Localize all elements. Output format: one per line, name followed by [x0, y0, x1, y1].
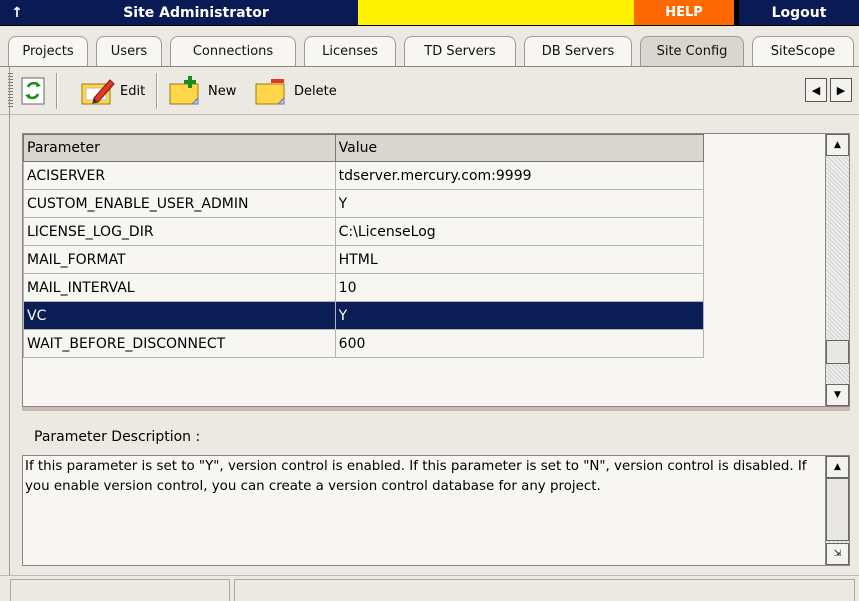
- scroll-up-icon[interactable]: ▲: [826, 456, 849, 478]
- scrollbar-thumb[interactable]: [826, 478, 849, 541]
- parameter-cell[interactable]: MAIL_FORMAT: [23, 245, 336, 274]
- value-cell[interactable]: C:\LicenseLog: [334, 217, 705, 246]
- table-row[interactable]: MAIL_FORMAT HTML: [23, 245, 705, 274]
- edit-button[interactable]: Edit: [80, 73, 145, 109]
- value-cell[interactable]: Y: [334, 189, 705, 218]
- table-row[interactable]: LICENSE_LOG_DIR C:\LicenseLog: [23, 217, 705, 246]
- parameter-cell[interactable]: MAIL_INTERVAL: [23, 273, 336, 302]
- title-bar: ↑ Site Administrator HELP Logout: [0, 0, 859, 26]
- parameter-description-box: If this parameter is set to "Y", version…: [22, 455, 850, 566]
- tab-scroll-arrows: ◀ ▶: [805, 78, 852, 102]
- new-icon: [168, 76, 204, 106]
- logout-button[interactable]: Logout: [739, 0, 859, 25]
- parameter-grid: Parameter Value ACISERVER tdserver.mercu…: [22, 133, 850, 407]
- parameter-description-text: If this parameter is set to "Y", version…: [25, 459, 807, 494]
- delete-button-label: Delete: [294, 83, 337, 99]
- edit-icon: [80, 76, 116, 106]
- tab-db-servers[interactable]: DB Servers: [524, 36, 632, 66]
- tab-site-config[interactable]: Site Config: [640, 36, 744, 66]
- status-pane-right: [234, 579, 855, 601]
- new-button-label: New: [208, 83, 237, 99]
- toolbar: Edit New Delete ◀ ▶: [0, 67, 859, 115]
- tab-bar: Projects Users Connections Licenses TD S…: [0, 27, 859, 67]
- table-row[interactable]: ACISERVER tdserver.mercury.com:9999: [23, 161, 705, 190]
- parameter-cell[interactable]: WAIT_BEFORE_DISCONNECT: [23, 329, 336, 358]
- grid-vertical-scrollbar[interactable]: ▲ ▼: [825, 134, 849, 406]
- table-header-row: Parameter Value: [23, 134, 705, 162]
- value-cell[interactable]: HTML: [334, 245, 705, 274]
- tab-sitescope[interactable]: SiteScope: [752, 36, 854, 66]
- resize-grip-icon[interactable]: ⇲: [826, 543, 849, 565]
- new-button[interactable]: New: [168, 73, 236, 109]
- column-header-parameter[interactable]: Parameter: [23, 134, 336, 162]
- tab-td-servers[interactable]: TD Servers: [404, 36, 516, 66]
- scrollbar-thumb[interactable]: [826, 340, 849, 364]
- value-cell[interactable]: 10: [334, 273, 705, 302]
- help-button[interactable]: HELP: [634, 0, 734, 25]
- status-pane-left: [10, 579, 230, 601]
- value-cell[interactable]: 600: [334, 329, 705, 358]
- tab-licenses[interactable]: Licenses: [304, 36, 396, 66]
- parameter-cell[interactable]: VC: [23, 301, 336, 330]
- table-row[interactable]: CUSTOM_ENABLE_USER_ADMIN Y: [23, 189, 705, 218]
- left-border-line: [9, 67, 10, 600]
- parameter-cell[interactable]: ACISERVER: [23, 161, 336, 190]
- parameter-description-label: Parameter Description :: [34, 429, 201, 445]
- scroll-down-icon[interactable]: ▼: [826, 384, 849, 406]
- refresh-button[interactable]: [20, 73, 46, 109]
- description-vertical-scrollbar[interactable]: ▲ ⇲: [825, 456, 849, 565]
- refresh-icon: [20, 76, 46, 106]
- parameter-cell[interactable]: LICENSE_LOG_DIR: [23, 217, 336, 246]
- tab-users[interactable]: Users: [96, 36, 162, 66]
- value-cell[interactable]: Y: [334, 301, 705, 330]
- splitter[interactable]: [22, 407, 850, 411]
- table-row[interactable]: WAIT_BEFORE_DISCONNECT 600: [23, 329, 705, 358]
- title-bar-yellow-band: [358, 0, 634, 25]
- parameter-cell[interactable]: CUSTOM_ENABLE_USER_ADMIN: [23, 189, 336, 218]
- tab-projects[interactable]: Projects: [8, 36, 88, 66]
- scroll-left-icon[interactable]: ◀: [805, 78, 827, 102]
- tab-connections[interactable]: Connections: [170, 36, 296, 66]
- edit-button-label: Edit: [120, 83, 146, 99]
- table-row[interactable]: MAIL_INTERVAL 10: [23, 273, 705, 302]
- column-header-value[interactable]: Value: [334, 134, 705, 162]
- scroll-up-icon[interactable]: ▲: [826, 134, 849, 156]
- app-title: Site Administrator: [34, 0, 358, 25]
- scroll-right-icon[interactable]: ▶: [830, 78, 852, 102]
- table-row-selected[interactable]: VC Y: [23, 301, 705, 330]
- toolbar-separator: [56, 73, 58, 109]
- toolbar-separator: [156, 73, 158, 109]
- delete-button[interactable]: Delete: [254, 73, 337, 109]
- parameter-table: Parameter Value ACISERVER tdserver.mercu…: [23, 134, 705, 358]
- delete-icon: [254, 76, 290, 106]
- status-bar: [0, 575, 859, 601]
- up-arrow-icon[interactable]: ↑: [0, 0, 34, 25]
- value-cell[interactable]: tdserver.mercury.com:9999: [334, 161, 705, 190]
